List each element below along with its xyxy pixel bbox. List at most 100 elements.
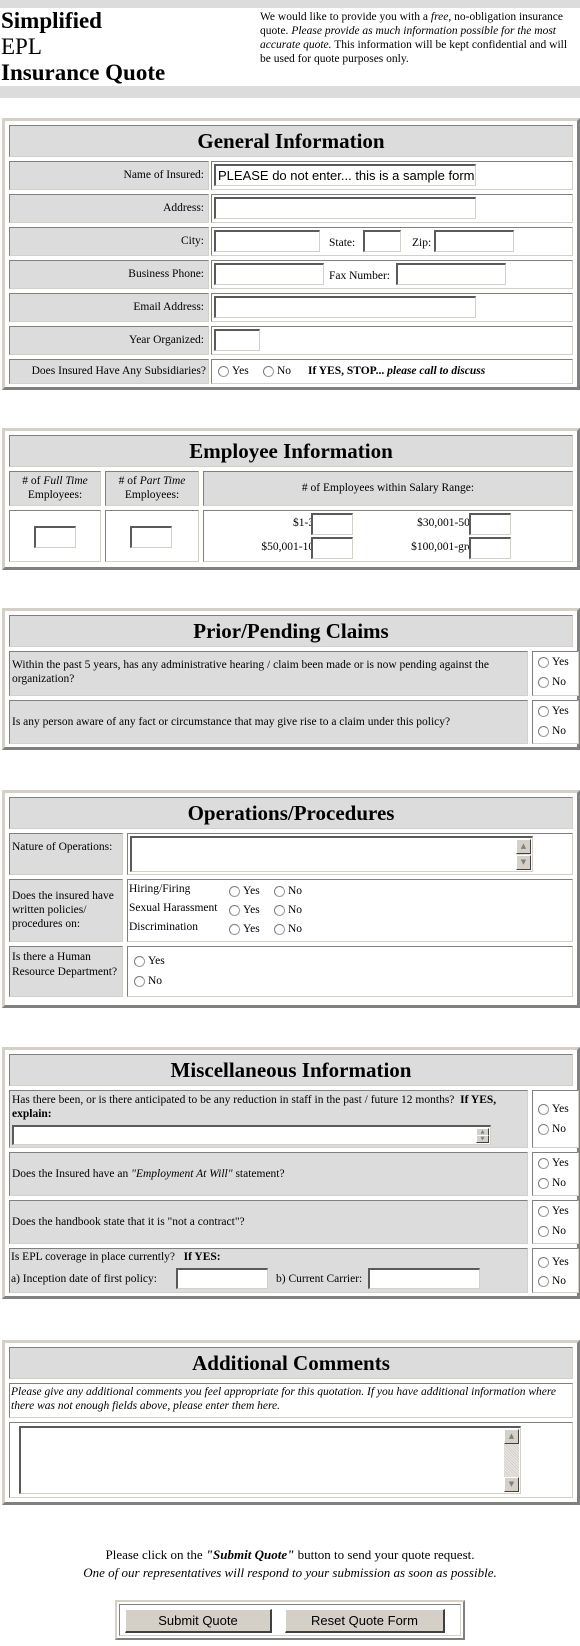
year-organized-input[interactable] xyxy=(214,329,260,351)
policy-discrimination-label: Discrimination xyxy=(129,921,198,933)
scrollbar[interactable]: ▲ ▼ xyxy=(476,1128,489,1143)
business-phone-label: Business Phone: xyxy=(9,260,209,289)
subsidiaries-yes-radio[interactable] xyxy=(218,366,229,377)
misc-q1-yes-radio[interactable] xyxy=(538,1104,549,1115)
range-4-input[interactable] xyxy=(469,537,511,559)
scroll-down-icon[interactable]: ▼ xyxy=(516,855,531,870)
misc-q2-yes-radio[interactable] xyxy=(538,1158,549,1169)
phone-cell: Fax Number: xyxy=(211,260,573,289)
scroll-up-icon[interactable]: ▲ xyxy=(504,1429,519,1444)
year-cell xyxy=(211,326,573,355)
misc-q3-yes-radio[interactable] xyxy=(538,1206,549,1217)
discrimination-no-radio[interactable] xyxy=(274,924,285,935)
reset-quote-form-button[interactable]: Reset Quote Form xyxy=(285,1609,445,1633)
scroll-down-icon[interactable]: ▼ xyxy=(504,1477,519,1492)
misc-q2-yes-label: Yes xyxy=(552,1157,569,1169)
hiring-no-label: No xyxy=(288,885,303,897)
scrollbar[interactable]: ▲ ▼ xyxy=(504,1429,519,1492)
year-organized-label: Year Organized: xyxy=(9,326,209,355)
submit-instruction-line-2: One of our representatives will respond … xyxy=(83,1565,497,1580)
misc-q4-no-radio[interactable] xyxy=(538,1276,549,1287)
harassment-no-radio[interactable] xyxy=(274,905,285,916)
section-title: Additional Comments xyxy=(9,1347,573,1379)
salary-range-cell: $1-30,000 $30,001-50,000 $50,001-100,000… xyxy=(203,510,573,562)
email-input[interactable] xyxy=(214,296,476,318)
misc-q2-suffix: statement? xyxy=(232,1168,285,1180)
claims-q2-no-radio[interactable] xyxy=(538,726,549,737)
claims-q1-yes-label: Yes xyxy=(552,656,569,668)
misc-q1-no-radio[interactable] xyxy=(538,1124,549,1135)
claims-q2-no-label: No xyxy=(552,725,567,737)
scrollbar[interactable]: ▲ ▼ xyxy=(516,839,531,870)
title-line-3: Insurance Quote xyxy=(1,60,166,85)
scroll-up-icon[interactable]: ▲ xyxy=(516,839,531,854)
misc-q3-answer: Yes No xyxy=(532,1200,579,1244)
discrimination-yes-label: Yes xyxy=(243,923,260,935)
claims-question-1: Within the past 5 years, has any adminis… xyxy=(9,651,528,696)
misc-q2-answer: Yes No xyxy=(532,1152,579,1196)
misc-q4-no-label: No xyxy=(552,1275,567,1287)
page-title: Simplified EPL Insurance Quote xyxy=(1,8,165,86)
misc-q4-yes-radio[interactable] xyxy=(538,1257,549,1268)
state-input[interactable] xyxy=(363,230,401,252)
misc-q2-no-radio[interactable] xyxy=(538,1178,549,1189)
additional-comments-textarea[interactable]: ▲ ▼ xyxy=(19,1426,521,1494)
range-1-input[interactable] xyxy=(311,513,353,535)
subsidiaries-no-label: No xyxy=(277,365,292,377)
misc-q4-yes-label: Yes xyxy=(552,1256,569,1268)
hiring-yes-radio[interactable] xyxy=(229,886,240,897)
line1-suffix: button to send your quote request. xyxy=(294,1547,475,1562)
misc-q1-no-label: No xyxy=(552,1123,567,1135)
part-time-employees-input[interactable] xyxy=(130,526,172,548)
claims-question-2: Is any person aware of any fact or circu… xyxy=(9,700,528,744)
claims-q2-yes-label: Yes xyxy=(552,705,569,717)
written-policies-label: Does the insured have written policies/ … xyxy=(9,879,123,942)
claims-q1-yes-radio[interactable] xyxy=(538,657,549,668)
section-title: General Information xyxy=(9,125,573,157)
comments-instructions: Please give any additional comments you … xyxy=(9,1383,573,1418)
current-carrier-input[interactable] xyxy=(368,1268,480,1289)
part-time-header: # of Part Time Employees: xyxy=(105,471,199,506)
inception-date-input[interactable] xyxy=(176,1268,268,1289)
name-of-insured-input[interactable]: PLEASE do not enter... this is a sample … xyxy=(214,164,476,186)
city-cell: State: Zip: xyxy=(211,227,573,256)
page-header: Simplified EPL Insurance Quote We would … xyxy=(0,0,580,98)
misc-q3-no-radio[interactable] xyxy=(538,1226,549,1237)
scroll-down-icon[interactable]: ▼ xyxy=(476,1135,489,1143)
harassment-yes-radio[interactable] xyxy=(229,905,240,916)
city-input[interactable] xyxy=(214,230,320,252)
hr-yes-label: Yes xyxy=(148,955,165,967)
misc-q2-prefix: Does the Insured have an xyxy=(12,1168,132,1180)
hr-yes-radio[interactable] xyxy=(134,956,145,967)
stop-italic: please call to discuss xyxy=(384,365,486,377)
range-3-input[interactable] xyxy=(311,537,353,559)
business-phone-input[interactable] xyxy=(214,263,324,285)
range-2-input[interactable] xyxy=(469,513,511,535)
discrimination-no-label: No xyxy=(288,923,303,935)
misc-q2-cell: Does the Insured have an "Employment At … xyxy=(9,1152,528,1196)
operations-procedures-section: Operations/Procedures Nature of Operatio… xyxy=(2,790,580,1008)
address-input[interactable] xyxy=(214,197,476,219)
hiring-no-radio[interactable] xyxy=(274,886,285,897)
claims-q2-yes-radio[interactable] xyxy=(538,706,549,717)
address-cell xyxy=(211,194,573,223)
full-time-suffix: Employees: xyxy=(27,489,83,501)
inception-date-label: a) Inception date of first policy: xyxy=(11,1273,157,1285)
discrimination-yes-radio[interactable] xyxy=(229,924,240,935)
claims-q1-answer: Yes No xyxy=(532,651,579,696)
claims-q1-no-radio[interactable] xyxy=(538,677,549,688)
hr-no-radio[interactable] xyxy=(134,976,145,987)
staff-reduction-explain-textarea[interactable]: ▲ ▼ xyxy=(12,1125,491,1145)
subsidiaries-stop-note: If YES, STOP... please call to discuss xyxy=(308,365,485,377)
zip-input[interactable] xyxy=(434,230,514,252)
fax-number-input[interactable] xyxy=(396,263,506,285)
button-bar: Submit Quote Reset Quote Form xyxy=(115,1600,465,1640)
misc-q1-cell: Has there been, or is there anticipated … xyxy=(9,1090,528,1148)
submit-quote-button[interactable]: Submit Quote xyxy=(125,1609,272,1633)
full-time-employees-input[interactable] xyxy=(34,526,76,548)
nature-of-operations-textarea[interactable]: ▲ ▼ xyxy=(130,836,533,872)
hr-no-label: No xyxy=(148,975,163,987)
part-time-suffix: Employees: xyxy=(124,489,180,501)
subsidiaries-no-radio[interactable] xyxy=(263,366,274,377)
full-time-prefix: # of xyxy=(22,475,44,487)
